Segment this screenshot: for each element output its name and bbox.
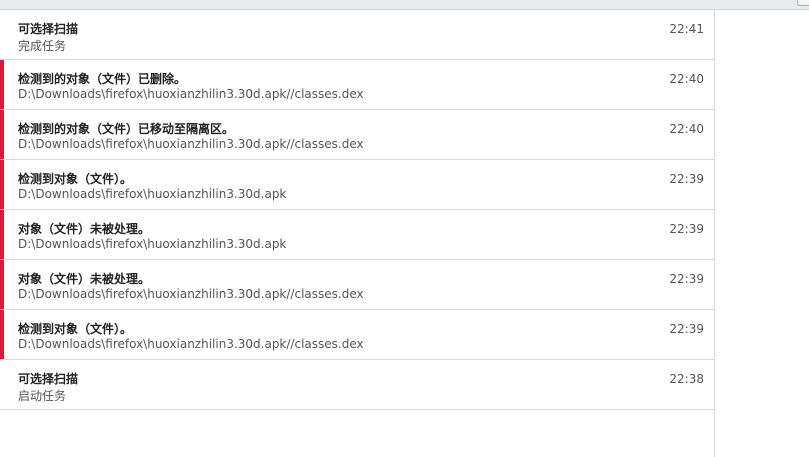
event-time: 22:38 xyxy=(669,372,704,386)
event-title: 可选择扫描 xyxy=(18,372,79,386)
event-title: 可选择扫描 xyxy=(18,22,79,36)
event-detail: D:\Downloads\firefox\huoxianzhilin3.30d.… xyxy=(18,287,364,301)
event-row[interactable]: 对象（文件）未被处理。 D:\Downloads\firefox\huoxian… xyxy=(0,210,714,260)
event-row[interactable]: 检测到对象（文件）。 D:\Downloads\firefox\huoxianz… xyxy=(0,310,714,360)
event-detail: D:\Downloads\firefox\huoxianzhilin3.30d.… xyxy=(18,137,364,151)
event-time: 22:40 xyxy=(669,122,704,136)
event-row[interactable]: 可选择扫描 启动任务 22:38 xyxy=(0,360,714,410)
event-detail: D:\Downloads\firefox\huoxianzhilin3.30d.… xyxy=(18,337,364,351)
event-row[interactable]: 检测到的对象（文件）已删除。 D:\Downloads\firefox\huox… xyxy=(0,60,714,110)
event-title: 检测到的对象（文件）已删除。 xyxy=(18,72,187,86)
event-detail: D:\Downloads\firefox\huoxianzhilin3.30d.… xyxy=(18,187,287,201)
event-title: 检测到对象（文件）。 xyxy=(18,322,133,336)
event-detail: 完成任务 xyxy=(18,39,67,53)
event-time: 22:39 xyxy=(669,172,704,186)
top-toolbar xyxy=(0,0,809,10)
event-time: 22:39 xyxy=(669,222,704,236)
event-detail: D:\Downloads\firefox\huoxianzhilin3.30d.… xyxy=(18,87,364,101)
event-title: 对象（文件）未被处理。 xyxy=(18,222,151,236)
event-detail: D:\Downloads\firefox\huoxianzhilin3.30d.… xyxy=(18,237,287,251)
event-title: 检测到对象（文件）。 xyxy=(18,172,133,186)
event-time: 22:39 xyxy=(669,322,704,336)
event-row[interactable]: 检测到对象（文件）。 D:\Downloads\firefox\huoxianz… xyxy=(0,160,714,210)
event-row[interactable]: 可选择扫描 完成任务 22:41 xyxy=(0,10,714,60)
event-title: 检测到的对象（文件）已移动至隔离区。 xyxy=(18,122,235,136)
event-row[interactable]: 对象（文件）未被处理。 D:\Downloads\firefox\huoxian… xyxy=(0,260,714,310)
event-time: 22:40 xyxy=(669,72,704,86)
event-row[interactable]: 检测到的对象（文件）已移动至隔离区。 D:\Downloads\firefox\… xyxy=(0,110,714,160)
window-corner-handle[interactable] xyxy=(797,0,809,6)
event-detail: 启动任务 xyxy=(18,389,67,403)
event-time: 22:39 xyxy=(669,272,704,286)
event-time: 22:41 xyxy=(669,22,704,36)
event-title: 对象（文件）未被处理。 xyxy=(18,272,151,286)
event-list: 可选择扫描 完成任务 22:41 检测到的对象（文件）已删除。 D:\Downl… xyxy=(0,10,715,457)
